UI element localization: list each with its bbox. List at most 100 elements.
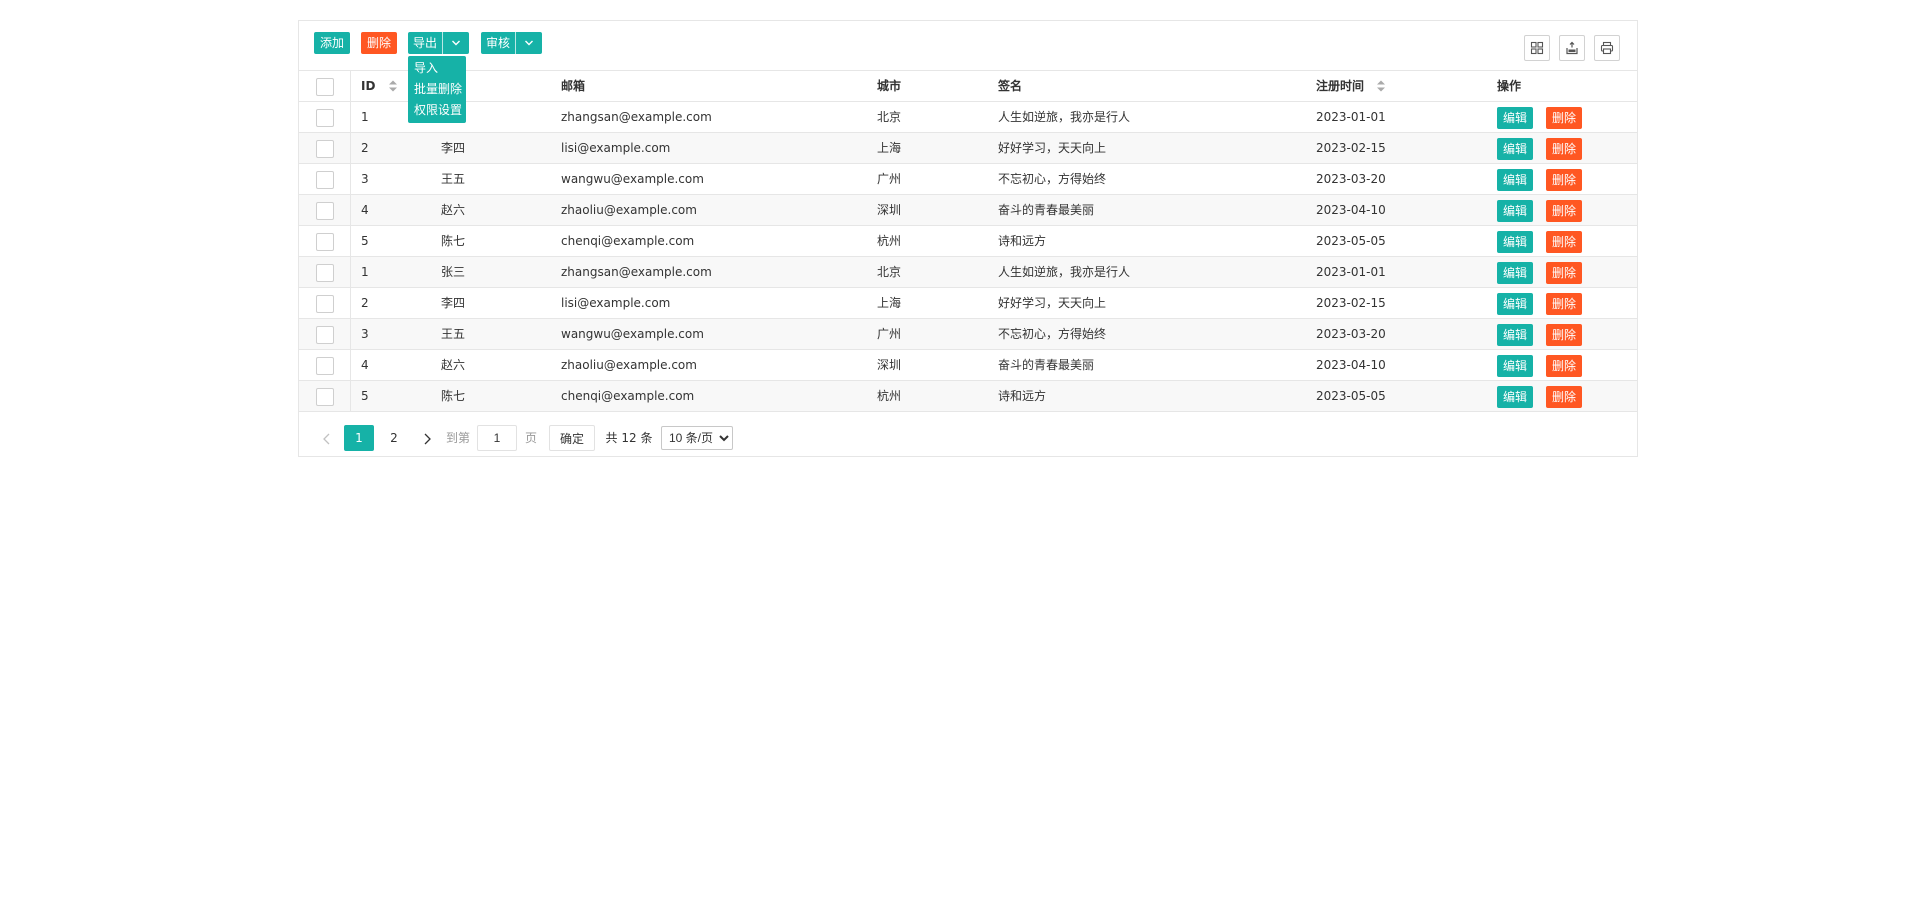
- cell-actions: 编辑 删除: [1497, 102, 1583, 133]
- edit-button[interactable]: 编辑: [1497, 292, 1534, 315]
- export-button[interactable]: 导出: [408, 32, 444, 54]
- audit-split-button: 审核: [481, 32, 543, 54]
- goto-confirm-button[interactable]: 确定: [549, 425, 595, 451]
- row-delete-button[interactable]: 删除: [1546, 261, 1583, 284]
- add-button[interactable]: 添加: [314, 32, 351, 54]
- cell-name: 李四: [441, 141, 466, 155]
- cell-sign: 奋斗的青春最美丽: [998, 203, 1095, 217]
- cell-id: 2: [361, 141, 369, 155]
- sort-icon[interactable]: [388, 79, 398, 93]
- cell-id: 2: [361, 296, 369, 310]
- export-dropdown-toggle[interactable]: [443, 32, 469, 54]
- row-delete-button[interactable]: 删除: [1546, 230, 1583, 253]
- export-icon: [1566, 41, 1578, 55]
- row-checkbox-cell: [299, 195, 351, 226]
- goto-page-input[interactable]: [477, 425, 517, 451]
- edit-button[interactable]: 编辑: [1497, 137, 1534, 160]
- edit-button[interactable]: 编辑: [1497, 323, 1534, 346]
- audit-button[interactable]: 审核: [481, 32, 517, 54]
- print-icon: [1600, 41, 1614, 55]
- row-checkbox[interactable]: [315, 201, 334, 220]
- export-dropdown-menu: 导入 批量删除 权限设置: [408, 56, 466, 123]
- cell-actions: 编辑 删除: [1497, 350, 1583, 381]
- prev-page-button[interactable]: [315, 425, 339, 451]
- dropdown-item-batch-delete[interactable]: 批量删除: [408, 79, 466, 100]
- column-header-time[interactable]: 注册时间: [1316, 71, 1386, 102]
- cell-email: zhaoliu@example.com: [561, 358, 697, 372]
- row-checkbox[interactable]: [315, 232, 334, 251]
- cell-time: 2023-04-10: [1316, 358, 1386, 372]
- total-count: 共 12 条: [605, 431, 653, 445]
- column-header-sign: 签名: [998, 79, 1023, 93]
- page-size-select[interactable]: 10 条/页: [661, 426, 733, 450]
- row-checkbox[interactable]: [315, 325, 334, 344]
- data-table-panel: 添加 删除 导出 审核 导入 批量删除 权限设置 ID 邮箱 城市 签名 注册时…: [298, 20, 1638, 457]
- table-row: 1张三zhangsan@example.com北京人生如逆旅，我亦是行人2023…: [299, 102, 1637, 133]
- delete-button[interactable]: 删除: [361, 32, 398, 54]
- select-all-checkbox[interactable]: [315, 77, 334, 96]
- row-checkbox[interactable]: [315, 170, 334, 189]
- cell-city: 杭州: [877, 234, 902, 248]
- cell-actions: 编辑 删除: [1497, 381, 1583, 412]
- column-header-id[interactable]: ID: [361, 71, 398, 102]
- dropdown-item-permission[interactable]: 权限设置: [408, 100, 466, 121]
- dropdown-item-import[interactable]: 导入: [408, 58, 466, 79]
- row-checkbox[interactable]: [315, 263, 334, 282]
- row-checkbox-cell: [299, 133, 351, 164]
- row-checkbox[interactable]: [315, 294, 334, 313]
- row-delete-button[interactable]: 删除: [1546, 323, 1583, 346]
- row-delete-button[interactable]: 删除: [1546, 385, 1583, 408]
- edit-button[interactable]: 编辑: [1497, 385, 1534, 408]
- page-button-1[interactable]: 1: [344, 425, 374, 451]
- cell-actions: 编辑 删除: [1497, 195, 1583, 226]
- cell-email: wangwu@example.com: [561, 172, 704, 186]
- cell-name: 赵六: [441, 358, 466, 372]
- cell-actions: 编辑 删除: [1497, 319, 1583, 350]
- table-toolbar: 添加 删除 导出 审核 导入 批量删除 权限设置: [299, 21, 1637, 123]
- row-checkbox-cell: [299, 257, 351, 288]
- row-delete-button[interactable]: 删除: [1546, 168, 1583, 191]
- cell-email: lisi@example.com: [561, 296, 671, 310]
- audit-dropdown-toggle[interactable]: [516, 32, 542, 54]
- cell-sign: 人生如逆旅，我亦是行人: [998, 110, 1131, 124]
- edit-button[interactable]: 编辑: [1497, 354, 1534, 377]
- next-page-button[interactable]: [415, 425, 439, 451]
- print-button[interactable]: [1594, 35, 1620, 61]
- columns-filter-button[interactable]: [1524, 35, 1550, 61]
- edit-button[interactable]: 编辑: [1497, 168, 1534, 191]
- edit-button[interactable]: 编辑: [1497, 261, 1534, 284]
- row-checkbox[interactable]: [315, 139, 334, 158]
- table-row: 2 李四 lisi@example.com 上海 好好学习，天天向上 2023-02-15…: [299, 133, 1637, 164]
- column-header-city: 城市: [877, 79, 902, 93]
- edit-button[interactable]: 编辑: [1497, 199, 1534, 222]
- cell-id: 5: [361, 389, 369, 403]
- edit-button[interactable]: 编辑: [1497, 106, 1534, 129]
- cell-id: 4: [361, 358, 369, 372]
- row-checkbox[interactable]: [315, 387, 334, 406]
- edit-button[interactable]: 编辑: [1497, 230, 1534, 253]
- row-delete-button[interactable]: 删除: [1546, 137, 1583, 160]
- cell-time: 2023-05-05: [1316, 234, 1386, 248]
- cell-sign: 好好学习，天天向上: [998, 296, 1107, 310]
- row-delete-button[interactable]: 删除: [1546, 106, 1583, 129]
- goto-label: 到第: [445, 431, 470, 445]
- cell-id: 5: [361, 234, 369, 248]
- cell-time: 2023-03-20: [1316, 327, 1386, 341]
- row-checkbox[interactable]: [315, 356, 334, 375]
- cell-name: 张三: [441, 265, 466, 279]
- row-checkbox[interactable]: [315, 108, 334, 127]
- cell-name: 陈七: [441, 389, 466, 403]
- cell-city: 北京: [877, 265, 902, 279]
- cell-id: 1: [361, 265, 369, 279]
- row-delete-button[interactable]: 删除: [1546, 354, 1583, 377]
- row-delete-button[interactable]: 删除: [1546, 292, 1583, 315]
- page-button-2[interactable]: 2: [379, 425, 409, 451]
- cell-sign: 不忘初心，方得始终: [998, 327, 1107, 341]
- chevron-left-icon: [323, 433, 330, 444]
- cell-id: 3: [361, 327, 369, 341]
- cell-city: 广州: [877, 327, 902, 341]
- sort-icon[interactable]: [1376, 79, 1386, 93]
- row-delete-button[interactable]: 删除: [1546, 199, 1583, 222]
- export-table-button[interactable]: [1559, 35, 1585, 61]
- cell-sign: 奋斗的青春最美丽: [998, 358, 1095, 372]
